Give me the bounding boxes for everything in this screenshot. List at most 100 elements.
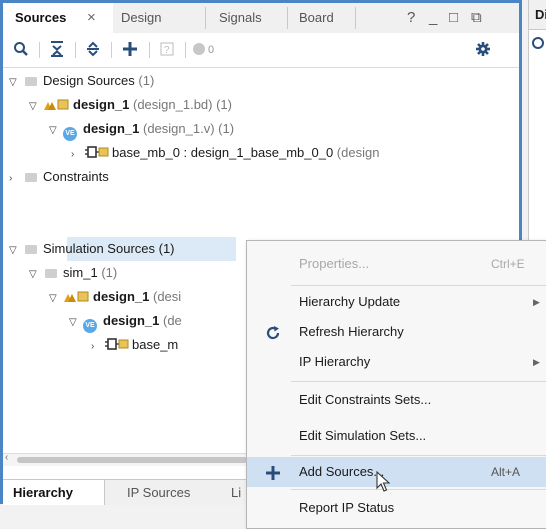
maximize-icon[interactable]: □ xyxy=(449,3,458,33)
toolbar-divider xyxy=(75,42,76,58)
tree-item-design-bd[interactable]: ▽ design_1 (design_1.bd) (1) xyxy=(29,93,232,117)
panel-tab-bar: Sources × Design Signals Board ? _ □ ⧉ xyxy=(3,3,519,34)
tab-board[interactable]: Board xyxy=(299,3,349,33)
float-icon[interactable]: ⧉ xyxy=(471,3,482,33)
scrollbar-thumb[interactable] xyxy=(17,457,247,463)
tree-label: sim_1 xyxy=(63,265,98,280)
help-icon[interactable]: ? xyxy=(407,3,415,33)
minimize-icon[interactable]: _ xyxy=(429,3,437,33)
tab-ip-sources[interactable]: IP Sources xyxy=(127,480,190,505)
chevron-down-icon[interactable]: ▽ xyxy=(69,311,83,335)
tree-item-design-sources[interactable]: ▽ Design Sources (1) xyxy=(9,69,154,93)
sources-toolbar: ? 0 xyxy=(3,33,519,68)
question-icon[interactable]: ? xyxy=(157,33,177,67)
tab-libraries-label: Li xyxy=(231,485,242,500)
chevron-right-icon[interactable]: › xyxy=(9,167,23,191)
menu-item-report-ip-status[interactable]: Report IP Status xyxy=(247,493,546,523)
menu-item-label: Hierarchy Update xyxy=(299,294,401,309)
menu-item-add-sources[interactable]: Add Sources... Alt+A xyxy=(247,457,546,487)
chevron-right-icon[interactable]: › xyxy=(91,335,105,359)
menu-item-hierarchy-update[interactable]: Hierarchy Update ▶ xyxy=(247,287,546,317)
tab-design-label: Design xyxy=(121,10,162,25)
chevron-down-icon[interactable]: ▽ xyxy=(29,263,43,287)
menu-item-label: Edit Simulation Sets... xyxy=(299,428,427,443)
tab-hierarchy-label: Hierarchy xyxy=(13,485,73,500)
tree-detail: (design_1.v) (1) xyxy=(142,121,235,136)
tab-libraries[interactable]: Li xyxy=(231,480,241,505)
tab-sources[interactable]: Sources × xyxy=(3,3,113,33)
tree-label: design_1 xyxy=(73,97,130,112)
tab-board-label: Board xyxy=(299,10,334,25)
menu-item-shortcut: Ctrl+E xyxy=(491,257,525,271)
ip-core-icon xyxy=(105,338,129,350)
menu-item-ip-hierarchy[interactable]: IP Hierarchy ▶ xyxy=(247,347,546,377)
status-indicator: 0 xyxy=(193,33,227,67)
expand-all-icon[interactable] xyxy=(83,33,103,67)
folder-icon xyxy=(25,245,37,254)
search-icon[interactable] xyxy=(11,33,31,67)
menu-separator xyxy=(291,455,546,456)
context-menu: Properties... Ctrl+E Hierarchy Update ▶ … xyxy=(246,240,546,529)
tree-label: design_1 xyxy=(93,289,150,304)
chevron-down-icon[interactable]: ▽ xyxy=(29,95,43,119)
chevron-right-icon[interactable]: › xyxy=(71,143,85,165)
tree-item-base-mb[interactable]: › base_mb_0 : design_1_base_mb_0_0 (desig… xyxy=(71,141,519,165)
tree-item-sim-base-mb[interactable]: › base_m xyxy=(91,333,178,357)
menu-item-refresh-hierarchy[interactable]: Refresh Hierarchy xyxy=(247,317,546,347)
tree-item-sim-design-v[interactable]: ▽ VE design_1 (de xyxy=(69,309,182,333)
tab-hierarchy[interactable]: Hierarchy xyxy=(3,480,105,505)
block-design-icon xyxy=(44,99,69,110)
add-icon[interactable] xyxy=(119,33,141,67)
menu-separator xyxy=(291,381,546,382)
tab-divider xyxy=(287,7,288,29)
collapse-all-icon[interactable] xyxy=(47,33,67,67)
tab-design[interactable]: Design xyxy=(121,3,191,33)
menu-item-label: IP Hierarchy xyxy=(299,354,371,369)
folder-icon xyxy=(25,77,37,86)
tree-detail: (de xyxy=(162,313,182,328)
menu-item-shortcut: Alt+A xyxy=(491,465,521,479)
menu-item-edit-constraints-sets[interactable]: Edit Constraints Sets... xyxy=(247,385,546,415)
tab-ip-sources-label: IP Sources xyxy=(127,485,191,500)
chevron-down-icon[interactable]: ▽ xyxy=(9,239,23,263)
tree-count: (1) xyxy=(138,73,155,88)
tree-detail: (desi xyxy=(152,289,182,304)
toolbar-divider xyxy=(149,42,150,58)
tree-item-simulation-sources[interactable]: ▽ Simulation Sources (1) xyxy=(9,237,175,261)
scroll-left-icon[interactable]: ‹ xyxy=(5,452,8,463)
ip-core-icon xyxy=(85,146,109,158)
tree-label: base_mb_0 : design_1_base_mb_0_0 xyxy=(112,145,334,160)
submenu-arrow-icon: ▶ xyxy=(533,297,540,307)
tree-item-design-v[interactable]: ▽ VE design_1 (design_1.v) (1) xyxy=(49,117,234,141)
tree-item-constraints[interactable]: › Constraints xyxy=(9,165,109,189)
right-panel-title[interactable]: Di xyxy=(529,0,546,30)
gear-icon[interactable] xyxy=(473,33,493,67)
tree-detail: (design_1.bd) (1) xyxy=(132,97,232,112)
menu-separator xyxy=(291,285,546,286)
tree-label: design_1 xyxy=(83,121,140,136)
tree-detail: (design xyxy=(336,145,380,160)
menu-item-label: Report IP Status xyxy=(299,500,395,515)
tree-label: base_m xyxy=(132,337,179,352)
chevron-down-icon[interactable]: ▽ xyxy=(49,119,63,143)
tree-item-sim-1[interactable]: ▽ sim_1 (1) xyxy=(29,261,117,285)
status-count: 0 xyxy=(208,44,215,56)
refresh-icon xyxy=(261,317,285,347)
chevron-down-icon[interactable]: ▽ xyxy=(49,287,63,311)
tree-label: design_1 xyxy=(103,313,160,328)
tree-item-sim-design-bd[interactable]: ▽ design_1 (desi xyxy=(49,285,181,309)
zoom-icon[interactable] xyxy=(531,36,545,53)
status-dot-icon xyxy=(193,43,205,55)
tab-signals[interactable]: Signals xyxy=(219,3,279,33)
menu-item-edit-simulation-sets[interactable]: Edit Simulation Sets... xyxy=(247,421,546,451)
menu-item-label: Refresh Hierarchy xyxy=(299,324,404,339)
tree-count: (1) xyxy=(101,265,118,280)
tab-close-icon[interactable]: × xyxy=(87,3,96,33)
svg-text:?: ? xyxy=(164,45,170,56)
menu-item-properties[interactable]: Properties... Ctrl+E xyxy=(247,249,546,279)
toolbar-divider xyxy=(39,42,40,58)
toolbar-divider xyxy=(185,42,186,58)
tree-label: Simulation Sources (1) xyxy=(43,241,175,256)
tab-sources-label: Sources xyxy=(15,10,67,25)
chevron-down-icon[interactable]: ▽ xyxy=(9,71,23,95)
